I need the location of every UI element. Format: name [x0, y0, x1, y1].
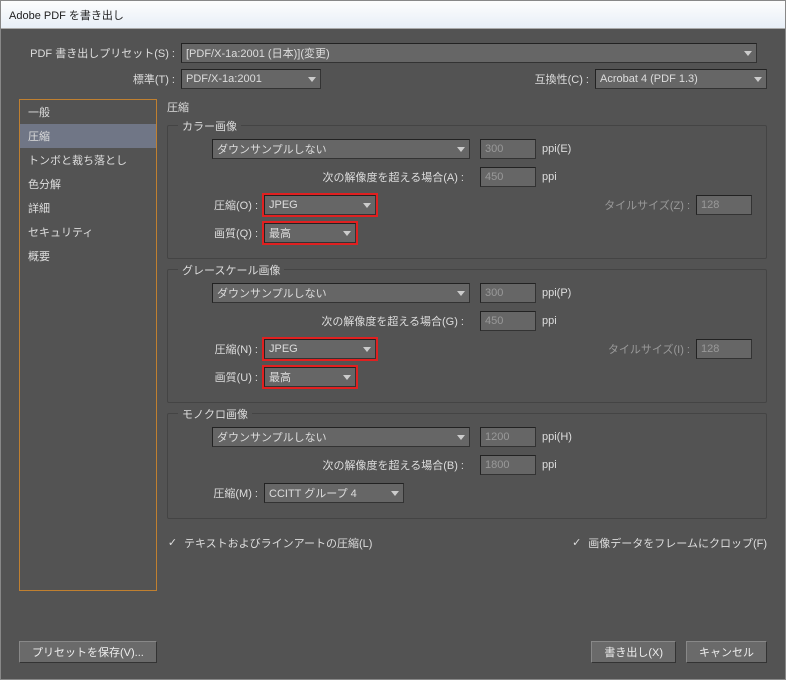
mono-legend: モノクロ画像	[178, 406, 252, 422]
save-preset-button[interactable]: プリセットを保存(V)...	[19, 641, 157, 663]
sidebar-item-advanced[interactable]: 詳細	[20, 196, 156, 220]
sidebar-item-marks[interactable]: トンボと裁ち落とし	[20, 148, 156, 172]
color-tilesize-label: タイルサイズ(Z) :	[598, 197, 696, 213]
gray-compress-select[interactable]: JPEG	[264, 339, 376, 359]
window-title: Adobe PDF を書き出し	[9, 7, 124, 23]
sidebar-item-security[interactable]: セキュリティ	[20, 220, 156, 244]
gray-images-group: グレースケール画像 ダウンサンプルしない 300 ppi(P) 次の解像度を超え…	[167, 269, 767, 403]
mono-ppi1-unit: ppi(H)	[536, 431, 578, 443]
gray-tilesize-field: 128	[696, 339, 752, 359]
gray-quality-select[interactable]: 最高	[264, 367, 356, 387]
sidebar-item-general[interactable]: 一般	[20, 100, 156, 124]
compression-panel: 圧縮 カラー画像 ダウンサンプルしない 300 ppi(E) 次の解像度を超える…	[167, 99, 767, 591]
gray-ppi1-field[interactable]: 300	[480, 283, 536, 303]
sidebar-item-summary[interactable]: 概要	[20, 244, 156, 268]
mono-threshold-label: 次の解像度を超える場合(B) :	[212, 457, 470, 473]
cancel-button[interactable]: キャンセル	[686, 641, 767, 663]
titlebar: Adobe PDF を書き出し	[1, 1, 785, 29]
gray-quality-label: 画質(U) :	[182, 369, 264, 385]
panel-title: 圧縮	[167, 99, 767, 115]
gray-legend: グレースケール画像	[178, 262, 284, 278]
color-tilesize-field: 128	[696, 195, 752, 215]
color-images-group: カラー画像 ダウンサンプルしない 300 ppi(E) 次の解像度を超える場合(…	[167, 125, 767, 259]
mono-compress-select[interactable]: CCITT グループ 4	[264, 483, 404, 503]
color-downsample-select[interactable]: ダウンサンプルしない	[212, 139, 470, 159]
mono-compress-label: 圧縮(M) :	[182, 485, 264, 501]
sidebar-item-output[interactable]: 色分解	[20, 172, 156, 196]
dialog-content: PDF 書き出しプリセット(S) : [PDF/X-1a:2001 (日本)](…	[1, 29, 785, 679]
color-legend: カラー画像	[178, 118, 241, 134]
gray-downsample-select[interactable]: ダウンサンプルしない	[212, 283, 470, 303]
export-button[interactable]: 書き出し(X)	[591, 641, 676, 663]
mono-ppi2-field[interactable]: 1800	[480, 455, 536, 475]
check-icon: ✓	[571, 538, 582, 549]
compress-text-checkbox[interactable]: ✓ テキストおよびラインアートの圧縮(L)	[167, 535, 372, 551]
color-quality-select[interactable]: 最高	[264, 223, 356, 243]
crop-image-label: 画像データをフレームにクロップ(F)	[588, 535, 767, 551]
compat-select[interactable]: Acrobat 4 (PDF 1.3)	[595, 69, 767, 89]
gray-ppi2-unit: ppi	[536, 315, 563, 327]
gray-threshold-label: 次の解像度を超える場合(G) :	[212, 313, 470, 329]
color-ppi2-unit: ppi	[536, 171, 563, 183]
color-threshold-label: 次の解像度を超える場合(A) :	[212, 169, 470, 185]
gray-tilesize-label: タイルサイズ(I) :	[602, 341, 696, 357]
color-ppi2-field[interactable]: 450	[480, 167, 536, 187]
color-ppi1-field[interactable]: 300	[480, 139, 536, 159]
mono-ppi2-unit: ppi	[536, 459, 563, 471]
preset-label: PDF 書き出しプリセット(S) :	[19, 45, 181, 61]
check-icon: ✓	[167, 538, 178, 549]
compress-text-label: テキストおよびラインアートの圧縮(L)	[184, 535, 372, 551]
mono-downsample-select[interactable]: ダウンサンプルしない	[212, 427, 470, 447]
preset-select[interactable]: [PDF/X-1a:2001 (日本)](変更)	[181, 43, 757, 63]
standard-label: 標準(T) :	[19, 71, 181, 87]
color-ppi1-unit: ppi(E)	[536, 143, 577, 155]
color-compress-select[interactable]: JPEG	[264, 195, 376, 215]
color-compress-label: 圧縮(O) :	[182, 197, 264, 213]
sidebar-item-compression[interactable]: 圧縮	[20, 124, 156, 148]
category-sidebar: 一般 圧縮 トンボと裁ち落とし 色分解 詳細 セキュリティ 概要	[19, 99, 157, 591]
mono-ppi1-field[interactable]: 1200	[480, 427, 536, 447]
color-quality-label: 画質(Q) :	[182, 225, 264, 241]
mono-images-group: モノクロ画像 ダウンサンプルしない 1200 ppi(H) 次の解像度を超える場…	[167, 413, 767, 519]
dialog-footer: プリセットを保存(V)... 書き出し(X) キャンセル	[19, 641, 767, 663]
dialog-window: Adobe PDF を書き出し PDF 書き出しプリセット(S) : [PDF/…	[0, 0, 786, 680]
standard-select[interactable]: PDF/X-1a:2001	[181, 69, 321, 89]
gray-ppi1-unit: ppi(P)	[536, 287, 577, 299]
gray-compress-label: 圧縮(N) :	[182, 341, 264, 357]
compat-label: 互換性(C) :	[535, 71, 595, 87]
gray-ppi2-field[interactable]: 450	[480, 311, 536, 331]
crop-image-checkbox[interactable]: ✓ 画像データをフレームにクロップ(F)	[571, 535, 767, 551]
